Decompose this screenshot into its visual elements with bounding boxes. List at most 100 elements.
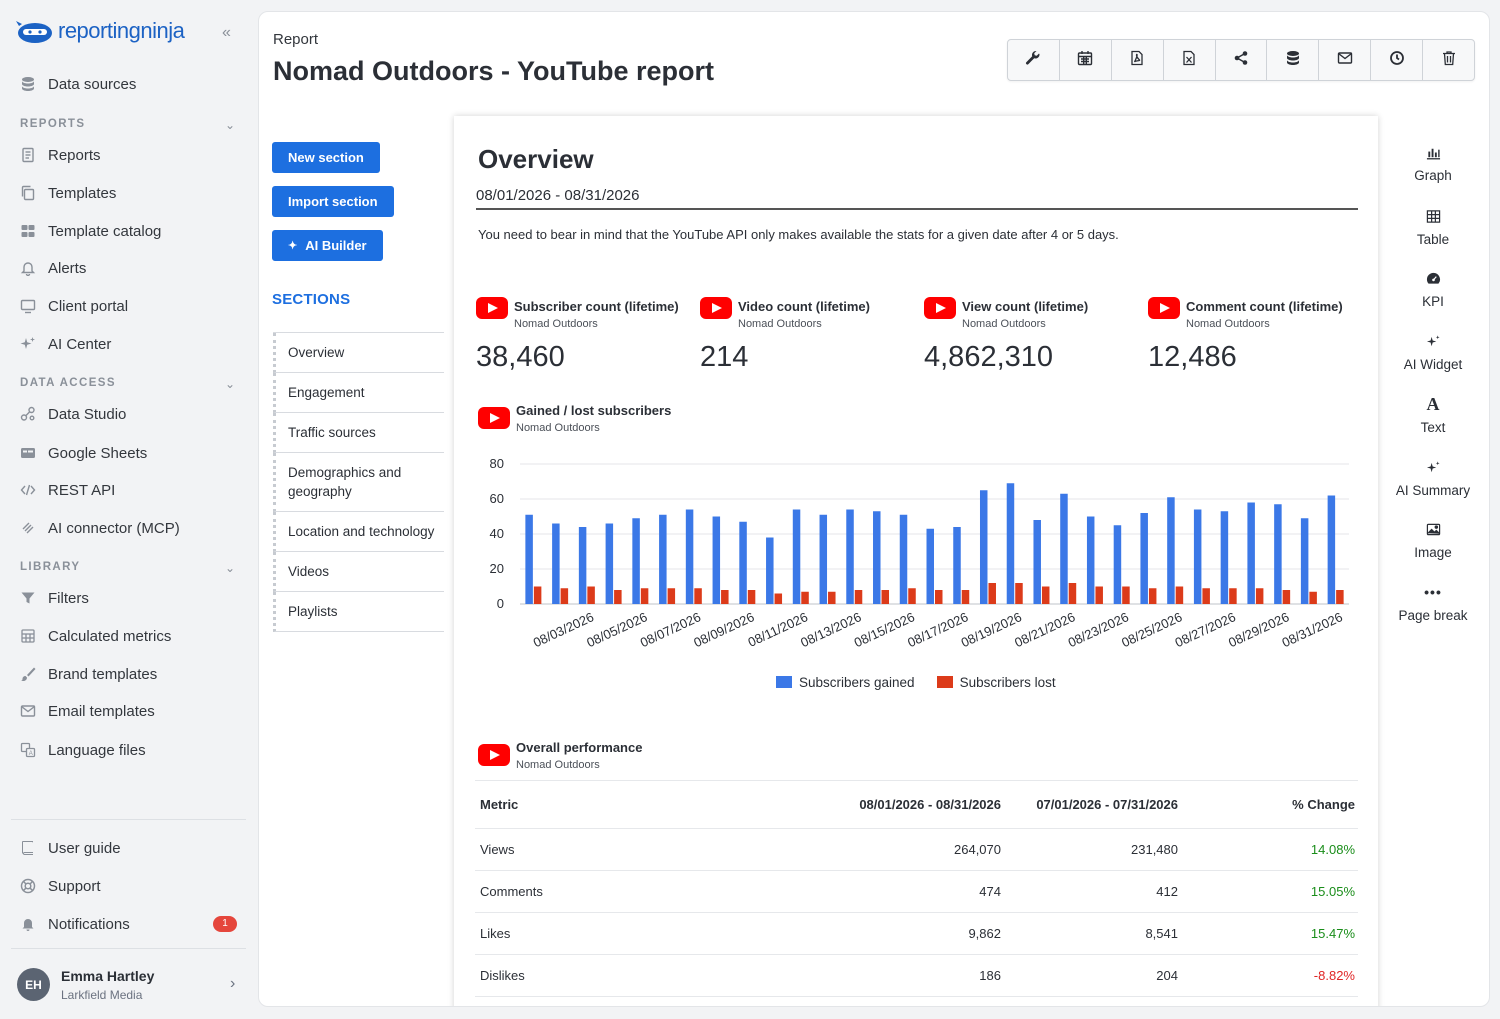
- palette-kpi[interactable]: KPI: [1385, 268, 1481, 309]
- section-item-playlists[interactable]: Playlists: [273, 592, 444, 632]
- bar-gained[interactable]: [1300, 518, 1309, 604]
- palette-ai-widget[interactable]: AI Widget: [1385, 331, 1481, 372]
- bar-lost[interactable]: [1041, 586, 1050, 605]
- bar-gained[interactable]: [552, 523, 560, 605]
- section-title[interactable]: Overview: [478, 144, 594, 175]
- bar-lost[interactable]: [1095, 586, 1103, 605]
- bar-lost[interactable]: [988, 583, 996, 604]
- bar-lost[interactable]: [801, 591, 809, 604]
- column-header[interactable]: % Change: [1178, 797, 1355, 812]
- sidebar-item-data-sources[interactable]: Data sources: [20, 72, 136, 96]
- history-button[interactable]: [1371, 40, 1424, 80]
- bar-lost[interactable]: [774, 593, 783, 605]
- bar-gained[interactable]: [899, 514, 908, 604]
- palette-text[interactable]: A Text: [1385, 394, 1481, 436]
- bar-lost[interactable]: [1309, 591, 1317, 604]
- column-header[interactable]: 07/01/2026 - 07/31/2026: [1001, 797, 1178, 812]
- bar-gained[interactable]: [979, 490, 988, 604]
- sidebar-item-client-portal[interactable]: Client portal: [20, 294, 128, 318]
- bar-gained[interactable]: [1327, 495, 1336, 605]
- bar-gained[interactable]: [1220, 511, 1229, 604]
- bar-gained[interactable]: [578, 527, 587, 604]
- import-section-button[interactable]: Import section: [272, 186, 394, 217]
- bar-gained[interactable]: [739, 521, 747, 604]
- bar-lost[interactable]: [1229, 588, 1237, 604]
- delete-button[interactable]: [1423, 40, 1474, 80]
- bar-gained[interactable]: [819, 514, 828, 604]
- column-header[interactable]: 08/01/2026 - 08/31/2026: [845, 797, 1001, 812]
- bar-lost[interactable]: [721, 590, 729, 604]
- chevron-down-icon[interactable]: ⌄: [225, 561, 235, 575]
- legend-item-gained[interactable]: Subscribers gained: [776, 675, 915, 690]
- sidebar-item-support[interactable]: Support: [20, 874, 101, 898]
- bar-gained[interactable]: [525, 514, 533, 604]
- bar-lost[interactable]: [1122, 586, 1130, 605]
- schedule-button[interactable]: [1060, 40, 1112, 80]
- bar-lost[interactable]: [1068, 583, 1077, 604]
- section-item-traffic-sources[interactable]: Traffic sources: [273, 413, 444, 453]
- bar-gained[interactable]: [1193, 509, 1202, 605]
- bar-gained[interactable]: [1140, 513, 1148, 604]
- chevron-right-icon[interactable]: ›: [230, 975, 235, 993]
- bar-lost[interactable]: [1282, 590, 1291, 604]
- bar-lost[interactable]: [1336, 590, 1344, 604]
- sidebar-item-notifications[interactable]: Notifications: [20, 912, 130, 936]
- bar-lost[interactable]: [640, 588, 649, 604]
- bar-lost[interactable]: [961, 590, 970, 604]
- bar-gained[interactable]: [1086, 516, 1095, 605]
- palette-page-break[interactable]: ••• Page break: [1385, 582, 1481, 623]
- sidebar-item-user-guide[interactable]: User guide: [20, 836, 121, 860]
- email-button[interactable]: [1319, 40, 1372, 80]
- bar-gained[interactable]: [1167, 497, 1175, 604]
- report-note[interactable]: You need to bear in mind that the YouTub…: [478, 227, 1119, 242]
- palette-ai-summary[interactable]: AI Summary: [1385, 457, 1481, 498]
- export-pdf-button[interactable]: [1112, 40, 1164, 80]
- bar-lost[interactable]: [828, 591, 836, 604]
- sidebar-item-data-studio[interactable]: Data Studio: [20, 402, 126, 426]
- sidebar-item-language-files[interactable]: A Language files: [20, 738, 146, 762]
- bar-lost[interactable]: [533, 586, 542, 605]
- chevron-down-icon[interactable]: ⌄: [225, 377, 235, 391]
- bar-lost[interactable]: [560, 588, 569, 604]
- subscribers-bar-chart[interactable]: 02040608008/03/202608/05/202608/07/20260…: [454, 446, 1378, 676]
- settings-button[interactable]: [1008, 40, 1060, 80]
- sidebar-item-alerts[interactable]: Alerts: [20, 256, 86, 280]
- bar-gained[interactable]: [632, 518, 640, 604]
- sidebar-item-ai-connector[interactable]: AI connector (MCP): [20, 516, 180, 540]
- bar-gained[interactable]: [1113, 525, 1122, 604]
- bar-lost[interactable]: [614, 590, 622, 604]
- sidebar-item-filters[interactable]: Filters: [20, 586, 89, 610]
- bar-gained[interactable]: [1247, 502, 1255, 605]
- bar-gained[interactable]: [873, 511, 881, 604]
- palette-image[interactable]: Image: [1385, 519, 1481, 560]
- section-item-demographics[interactable]: Demographics and geography: [273, 453, 444, 512]
- bar-gained[interactable]: [685, 509, 694, 605]
- section-item-location[interactable]: Location and technology: [273, 512, 444, 552]
- bar-gained[interactable]: [846, 509, 854, 605]
- bar-lost[interactable]: [881, 590, 890, 604]
- user-name[interactable]: Emma Hartley: [61, 968, 154, 984]
- bar-lost[interactable]: [1148, 588, 1157, 604]
- bar-gained[interactable]: [792, 509, 801, 605]
- bar-gained[interactable]: [1274, 504, 1282, 604]
- bar-gained[interactable]: [1033, 520, 1041, 604]
- bar-gained[interactable]: [1060, 493, 1068, 604]
- bar-lost[interactable]: [667, 588, 676, 604]
- bar-lost[interactable]: [854, 590, 863, 604]
- bar-gained[interactable]: [766, 537, 774, 605]
- bar-lost[interactable]: [747, 590, 756, 604]
- bar-gained[interactable]: [712, 516, 721, 605]
- bar-gained[interactable]: [953, 527, 961, 604]
- sidebar-item-google-sheets[interactable]: Google Sheets: [20, 441, 147, 465]
- palette-graph[interactable]: Graph: [1385, 142, 1481, 183]
- chevron-down-icon[interactable]: ⌄: [225, 118, 235, 132]
- section-item-overview[interactable]: Overview: [273, 333, 444, 373]
- section-item-videos[interactable]: Videos: [273, 552, 444, 592]
- breadcrumb[interactable]: Report: [273, 31, 318, 48]
- column-header[interactable]: Metric: [475, 797, 845, 812]
- bar-lost[interactable]: [1202, 588, 1210, 604]
- bar-gained[interactable]: [926, 528, 935, 604]
- performance-table[interactable]: Metric 08/01/2026 - 08/31/2026 07/01/202…: [475, 780, 1358, 997]
- sidebar-item-rest-api[interactable]: REST API: [20, 478, 115, 502]
- sidebar-item-template-catalog[interactable]: Template catalog: [20, 219, 161, 243]
